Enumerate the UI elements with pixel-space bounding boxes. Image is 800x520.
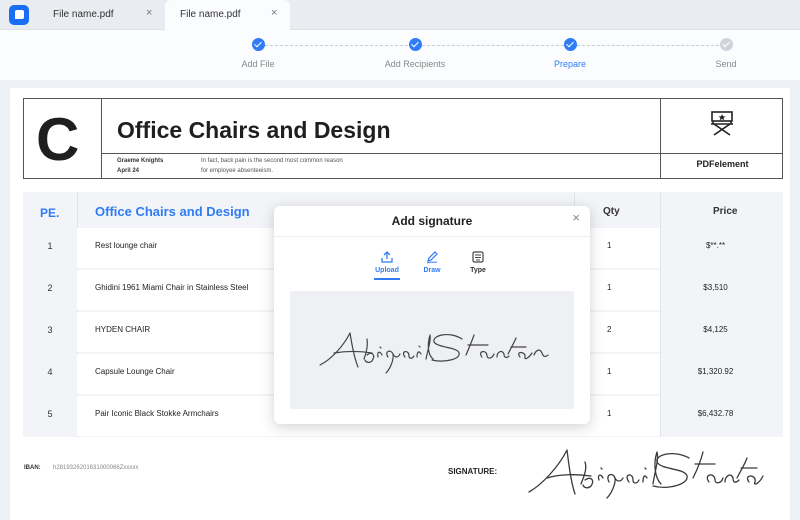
upload-icon [381,251,393,263]
document-description: In fact, back pain is the second most co… [201,156,391,176]
iban-label: IBAN: [24,465,41,471]
app-logo-icon[interactable] [9,5,29,25]
tab-file-2[interactable]: File name.pdf × [165,0,290,30]
item-price: $6,432.78 [697,409,734,418]
check-icon [563,38,577,51]
item-name: Ghidini 1961 Miami Chair in Stainless St… [95,283,249,292]
description-line: In fact, back pain is the second most co… [201,158,343,164]
progress-stepper: Add File Add Recipients Prepare Send [0,30,800,80]
dialog-title: Add signature [391,214,473,228]
item-qty: 1 [607,367,612,376]
item-price: $1,320.92 [697,367,734,376]
signature-label: SIGNATURE: [448,467,498,476]
step-send[interactable]: Send [676,38,776,69]
column-header-price: Price [713,206,738,217]
tab-bar: File name.pdf × File name.pdf × [0,0,800,30]
placed-signature[interactable] [525,444,765,504]
step-label: Add File [241,59,275,69]
document-date: April 24 [117,168,140,174]
column-header-qty: Qty [603,206,620,217]
item-qty: 1 [607,409,612,418]
row-number: 1 [47,241,53,251]
description-line: for employee absenteeism. [201,168,274,174]
tab-close-icon[interactable]: × [271,7,277,19]
item-name: HYDEN CHAIR [95,325,151,334]
row-number: 4 [47,367,53,377]
tab-file-1[interactable]: File name.pdf × [38,0,165,30]
document-header: C Office Chairs and Design Graeme Knight… [23,98,783,179]
step-label: Add Recipients [384,59,446,69]
draw-icon [426,251,438,264]
step-add-file[interactable]: Add File [208,38,308,69]
item-price: $**.** [705,241,726,250]
close-icon[interactable]: × [572,210,580,225]
keyboard-icon [472,251,484,263]
row-number: 2 [47,283,53,293]
item-name: Pair Iconic Black Stokke Armchairs [95,409,219,418]
author-block: Graeme Knights April 24 [117,156,163,176]
item-qty: 1 [607,283,612,292]
author-name: Graeme Knights [117,158,164,164]
tab-draw[interactable]: Draw [410,250,454,274]
tab-label: File name.pdf [180,9,241,20]
signature-pad[interactable] [290,291,574,409]
item-price: $3,510 [703,283,728,292]
tab-label: Upload [375,267,399,274]
item-price: $4,125 [703,325,728,334]
director-chair-icon [711,111,733,136]
tab-label: File name.pdf [53,9,114,20]
brand-name: PDFelement [696,159,749,169]
column-header-no: PE. [40,206,60,220]
signature-preview [319,332,549,374]
check-icon [408,38,422,51]
item-qty: 2 [607,325,612,334]
company-logo: C [36,106,80,173]
step-add-recipients[interactable]: Add Recipients [365,38,465,69]
active-tab-indicator [374,278,400,280]
tab-type[interactable]: Type [456,250,500,274]
step-label: Prepare [553,59,587,69]
logo-cell: C [24,99,102,178]
step-prepare[interactable]: Prepare [520,38,620,69]
item-qty: 1 [607,241,612,250]
tab-label: Draw [423,267,441,274]
iban-value: h2819326201631000066Zxxxxx [53,465,139,471]
column-header-item: Office Chairs and Design [95,204,250,219]
item-name: Rest lounge chair [95,241,158,250]
row-number: 3 [47,325,53,335]
tab-upload[interactable]: Upload [365,250,409,274]
document-title: Office Chairs and Design [117,117,391,143]
dialog-divider [274,236,590,237]
check-icon [251,38,265,51]
add-signature-dialog: Add signature × Upload Draw Type [274,206,590,424]
brand-cell: PDFelement [660,99,783,178]
item-name: Capsule Lounge Chair [95,367,175,376]
step-label: Send [715,59,737,69]
check-icon [719,38,733,51]
tab-close-icon[interactable]: × [146,7,152,19]
row-number: 5 [47,409,53,419]
tab-label: Type [470,267,486,274]
